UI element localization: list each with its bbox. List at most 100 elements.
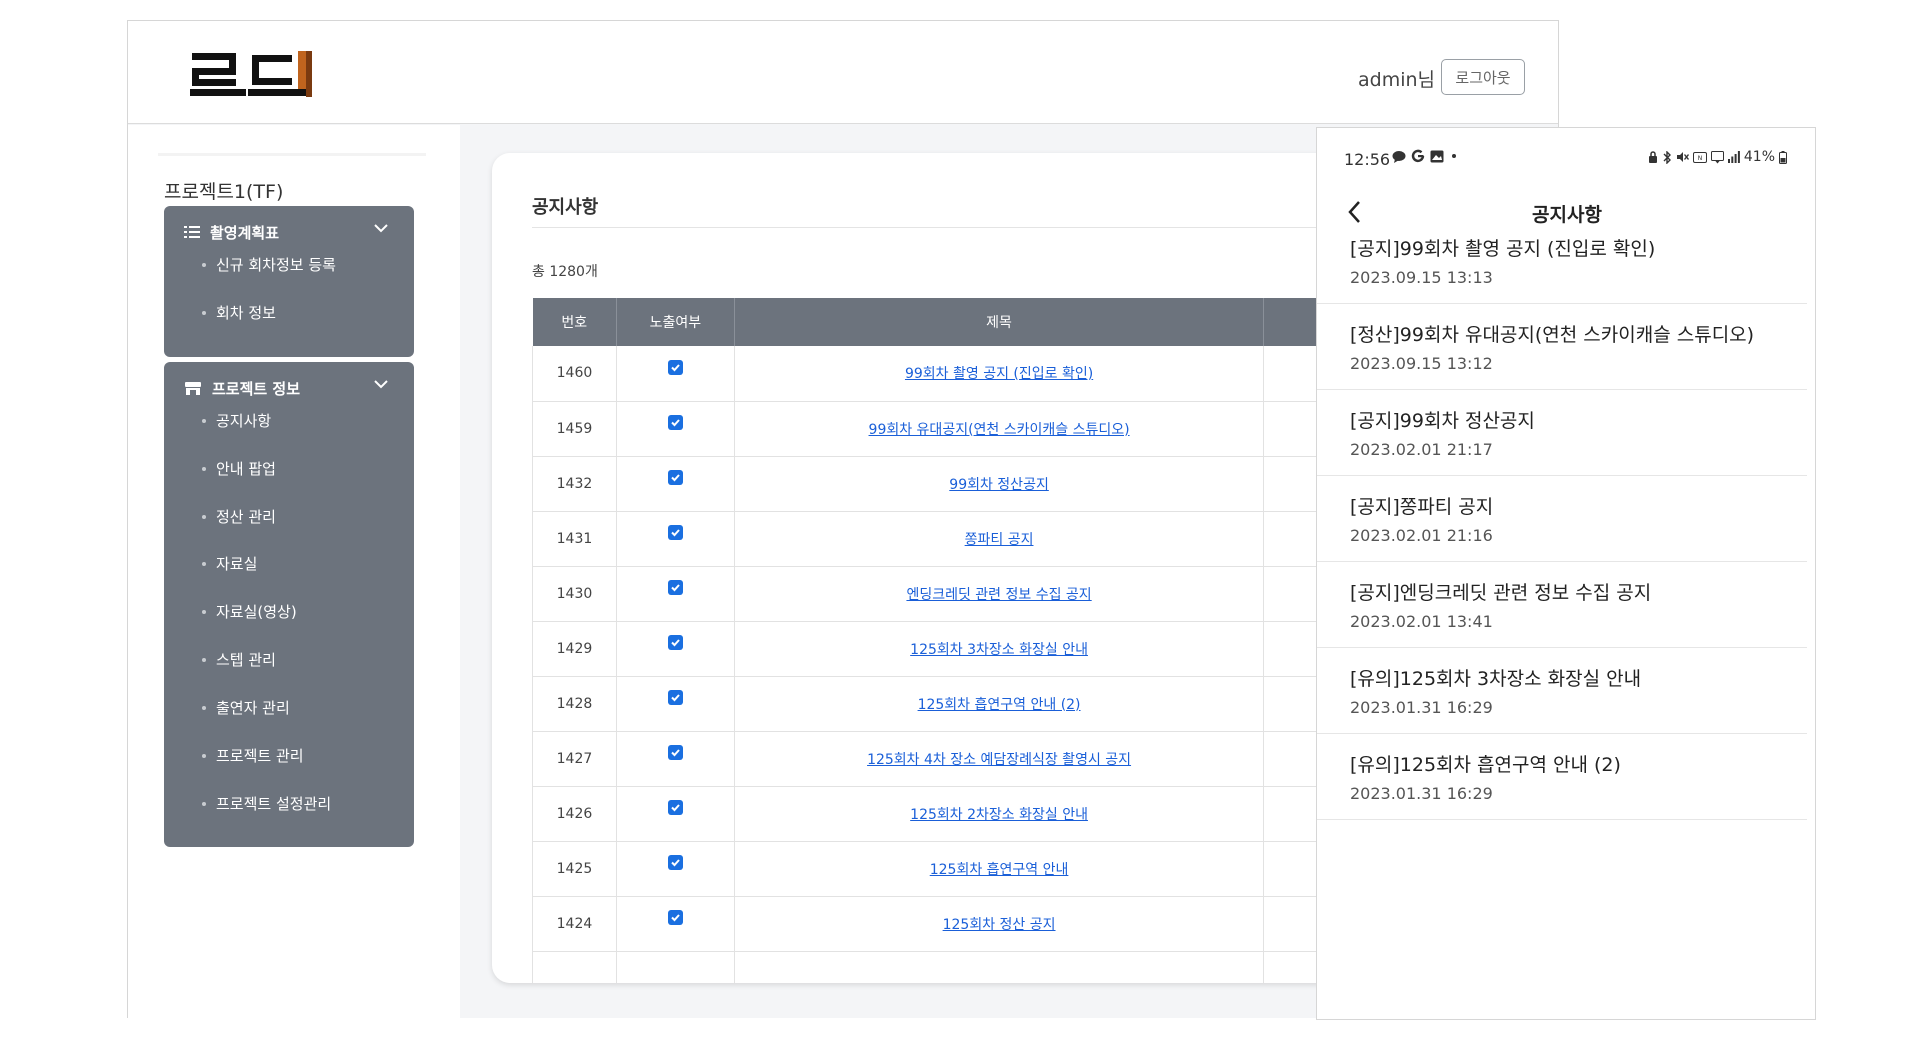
- row-number: [532, 951, 617, 983]
- row-number: 1427: [532, 731, 617, 787]
- mute-icon: [1676, 152, 1689, 162]
- notice-title-link[interactable]: 99회차 촬영 공지 (진입로 확인): [905, 366, 1093, 382]
- total-count: 총 1280개: [532, 264, 598, 280]
- bullet: [202, 466, 206, 471]
- visibility-checkbox[interactable]: [667, 910, 683, 925]
- title-cell: 125회차 4차 장소 예담장례식장 촬영시 공지: [734, 731, 1265, 787]
- menu-group-schedule: 촬영계획표 신규 회차정보 등록 회차 정보: [164, 206, 414, 357]
- notice-title-link[interactable]: 99회차 정산공지: [949, 477, 1049, 493]
- notice-title-link[interactable]: 125회차 흡연구역 안내: [930, 862, 1069, 878]
- mobile-item-date: 2023.09.15 13:12: [1350, 354, 1493, 373]
- bullet: [202, 753, 206, 758]
- checkmark-icon: [671, 804, 680, 812]
- mobile-item-date: 2023.01.31 16:29: [1350, 784, 1493, 803]
- sidebar-item-notice[interactable]: 공지사항: [202, 410, 271, 431]
- mobile-list-item[interactable]: [정산]99회차 유대공지(연천 스카이캐슬 스튜디오) 2023.09.15 1…: [1317, 304, 1807, 390]
- visibility-checkbox[interactable]: [667, 580, 683, 595]
- signal-icon: [1727, 151, 1740, 163]
- menu-head-label: 촬영계획표: [210, 223, 280, 242]
- bullet: [202, 705, 206, 710]
- project-title: 프로젝트1(TF): [164, 181, 284, 203]
- sidebar-item-label: 신규 회차정보 등록: [216, 256, 336, 274]
- mobile-list-item[interactable]: [공지]99회차 정산공지 2023.02.01 21:17: [1317, 390, 1807, 476]
- title-cell: 125회차 흡연구역 안내 (2): [734, 676, 1265, 732]
- mobile-list-item[interactable]: [공지]쫑파티 공지 2023.02.01 21:16: [1317, 476, 1807, 562]
- sidebar-item-new-episode[interactable]: 신규 회차정보 등록: [202, 254, 336, 275]
- notice-title-link[interactable]: 125회차 2차장소 화장실 안내: [910, 807, 1088, 823]
- visibility-cell: [616, 951, 735, 983]
- row-number: 1430: [532, 566, 617, 622]
- menu-head-project[interactable]: 프로젝트 정보: [184, 375, 398, 401]
- menu-head-schedule[interactable]: 촬영계획표: [184, 219, 398, 245]
- sidebar-item-settlement[interactable]: 정산 관리: [202, 506, 276, 527]
- status-notification-icons: [1392, 149, 1459, 163]
- notice-title-link[interactable]: 125회차 3차장소 화장실 안내: [910, 642, 1088, 658]
- mobile-list-item[interactable]: [공지]엔딩크레딧 관련 정보 수집 공지 2023.02.01 13:41: [1317, 562, 1807, 648]
- visibility-checkbox[interactable]: [667, 470, 683, 485]
- mobile-item-date: 2023.02.01 21:16: [1350, 526, 1493, 545]
- sidebar-item-archive[interactable]: 자료실: [202, 553, 257, 574]
- sidebar-item-label: 자료실: [216, 555, 258, 573]
- sidebar-item-episode-info[interactable]: 회차 정보: [202, 302, 276, 323]
- notice-title-link[interactable]: 125회차 4차 장소 예담장례식장 촬영시 공지: [867, 752, 1131, 768]
- notice-title-link[interactable]: 99회차 유대공지(연천 스카이캐슬 스튜디오): [869, 422, 1130, 438]
- title-cell: 99회차 유대공지(연천 스카이캐슬 스튜디오): [734, 401, 1265, 457]
- chevron-down-icon: [374, 224, 388, 233]
- visibility-cell: [616, 841, 735, 897]
- mobile-list-item[interactable]: [유의]125회차 3차장소 화장실 안내 2023.01.31 16:29: [1317, 648, 1807, 734]
- mobile-item-title: [공지]99회차 촬영 공지 (진입로 확인): [1350, 238, 1656, 260]
- mobile-list-item[interactable]: [유의]125회차 흡연구역 안내 (2) 2023.01.31 16:29: [1317, 734, 1807, 820]
- svg-text:N: N: [1698, 155, 1703, 162]
- mobile-item-title: [유의]125회차 3차장소 화장실 안내: [1350, 668, 1642, 690]
- row-number: 1426: [532, 786, 617, 842]
- notice-title-link[interactable]: 125회차 흡연구역 안내 (2): [918, 697, 1081, 713]
- visibility-cell: [616, 731, 735, 787]
- sidebar-item-archive-video[interactable]: 자료실(영상): [202, 601, 297, 622]
- sidebar-item-label: 출연자 관리: [216, 699, 290, 717]
- sidebar-item-label: 정산 관리: [216, 508, 276, 526]
- bullet: [202, 418, 206, 423]
- sidebar-item-label: 자료실(영상): [216, 603, 297, 621]
- row-number: 1428: [532, 676, 617, 732]
- visibility-cell: [616, 346, 735, 402]
- visibility-checkbox[interactable]: [667, 800, 683, 815]
- visibility-checkbox[interactable]: [667, 525, 683, 540]
- checkmark-icon: [671, 859, 680, 867]
- visibility-checkbox[interactable]: [667, 855, 683, 870]
- title-cell: 125회차 3차장소 화장실 안내: [734, 621, 1265, 677]
- checkmark-icon: [671, 474, 680, 482]
- title-cell: [734, 951, 1265, 983]
- sidebar-item-project-manage[interactable]: 프로젝트 관리: [202, 745, 304, 766]
- row-number: 1459: [532, 401, 617, 457]
- status-bar: 12:56 N 41%: [1317, 128, 1815, 169]
- visibility-cell: [616, 676, 735, 732]
- visibility-checkbox[interactable]: [667, 635, 683, 650]
- notice-title-link[interactable]: 125회차 정산 공지: [943, 917, 1056, 933]
- sidebar-item-cast[interactable]: 출연자 관리: [202, 697, 290, 718]
- notice-title-link[interactable]: 엔딩크레딧 관련 정보 수집 공지: [906, 587, 1091, 603]
- notice-title-link[interactable]: 쫑파티 공지: [965, 532, 1034, 548]
- column-header-title: 제목: [734, 298, 1265, 346]
- logout-button[interactable]: 로그아웃: [1441, 59, 1525, 95]
- visibility-checkbox[interactable]: [667, 415, 683, 430]
- checkmark-icon: [671, 584, 680, 592]
- bullet: [202, 657, 206, 662]
- visibility-checkbox[interactable]: [667, 690, 683, 705]
- checkmark-icon: [671, 364, 680, 372]
- row-number: 1429: [532, 621, 617, 677]
- chevron-down-icon: [374, 380, 388, 389]
- sidebar-item-label: 공지사항: [216, 412, 272, 430]
- mobile-item-date: 2023.02.01 21:17: [1350, 440, 1493, 459]
- row-number: 1431: [532, 511, 617, 567]
- sidebar-item-project-settings[interactable]: 프로젝트 설정관리: [202, 793, 331, 814]
- visibility-cell: [616, 401, 735, 457]
- visibility-checkbox[interactable]: [667, 745, 683, 760]
- sidebar-item-popup[interactable]: 안내 팝업: [202, 458, 276, 479]
- sidebar-item-staff[interactable]: 스텝 관리: [202, 649, 276, 670]
- visibility-checkbox[interactable]: [667, 359, 683, 375]
- sidebar-item-label: 프로젝트 설정관리: [216, 795, 332, 813]
- mobile-item-title: [공지]쫑파티 공지: [1350, 496, 1494, 518]
- mobile-list-item[interactable]: [공지]99회차 촬영 공지 (진입로 확인) 2023.09.15 13:13: [1317, 218, 1807, 304]
- sidebar-divider: [158, 153, 426, 156]
- mobile-item-title: [유의]125회차 흡연구역 안내 (2): [1350, 754, 1621, 776]
